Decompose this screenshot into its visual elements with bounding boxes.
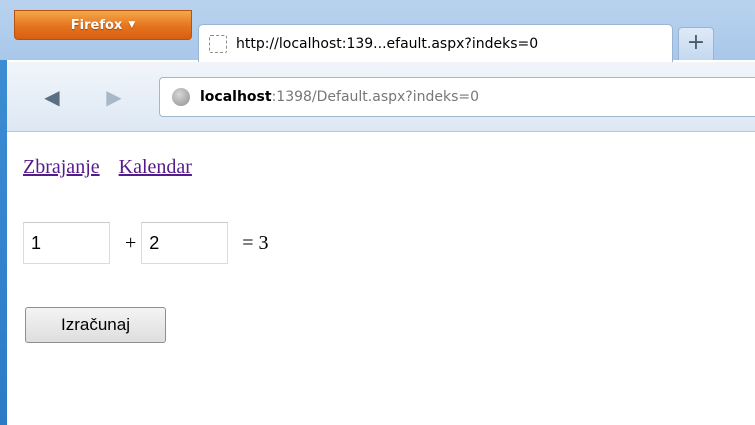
browser-tab-active[interactable]: http://localhost:139...efault.aspx?indek…: [198, 24, 673, 62]
page-content: Zbrajanje Kalendar + = 3 Izračunaj: [7, 133, 755, 425]
browser-titlebar: Firefox ▼ http://localhost:139...efault.…: [0, 0, 755, 62]
address-text[interactable]: localhost:1398/Default.aspx?indeks=0: [200, 89, 479, 105]
link-kalendar[interactable]: Kalendar: [119, 156, 192, 178]
window-left-edge: [0, 0, 7, 425]
site-identity-icon[interactable]: [172, 88, 190, 106]
new-tab-button[interactable]: +: [678, 27, 714, 60]
tab-title: http://localhost:139...efault.aspx?indek…: [236, 35, 539, 52]
back-button[interactable]: ◀: [37, 82, 67, 112]
plus-icon: +: [686, 30, 706, 55]
forward-arrow-icon: ▶: [106, 85, 122, 109]
url-path: :1398/Default.aspx?indeks=0: [271, 89, 480, 105]
calculate-button[interactable]: Izračunaj: [25, 307, 166, 343]
first-number-input[interactable]: [23, 222, 110, 264]
firefox-menu-label: Firefox: [70, 17, 123, 33]
page-icon: [209, 34, 227, 53]
url-host: localhost: [200, 89, 272, 105]
firefox-menu-button[interactable]: Firefox ▼: [14, 10, 192, 40]
second-number-input[interactable]: [141, 222, 229, 264]
link-zbrajanje[interactable]: Zbrajanje: [23, 156, 100, 178]
page-nav-links: Zbrajanje Kalendar: [23, 156, 206, 179]
back-arrow-icon: ◀: [44, 85, 60, 109]
forward-button[interactable]: ▶: [99, 82, 129, 112]
result-text: = 3: [242, 231, 269, 254]
navigation-toolbar: ◀ ▶ localhost:1398/Default.aspx?indeks=0: [7, 62, 755, 132]
address-bar[interactable]: localhost:1398/Default.aspx?indeks=0: [159, 77, 755, 117]
plus-sign: +: [125, 231, 137, 254]
calculator-row: + = 3: [23, 222, 269, 264]
chevron-down-icon: ▼: [128, 20, 136, 30]
